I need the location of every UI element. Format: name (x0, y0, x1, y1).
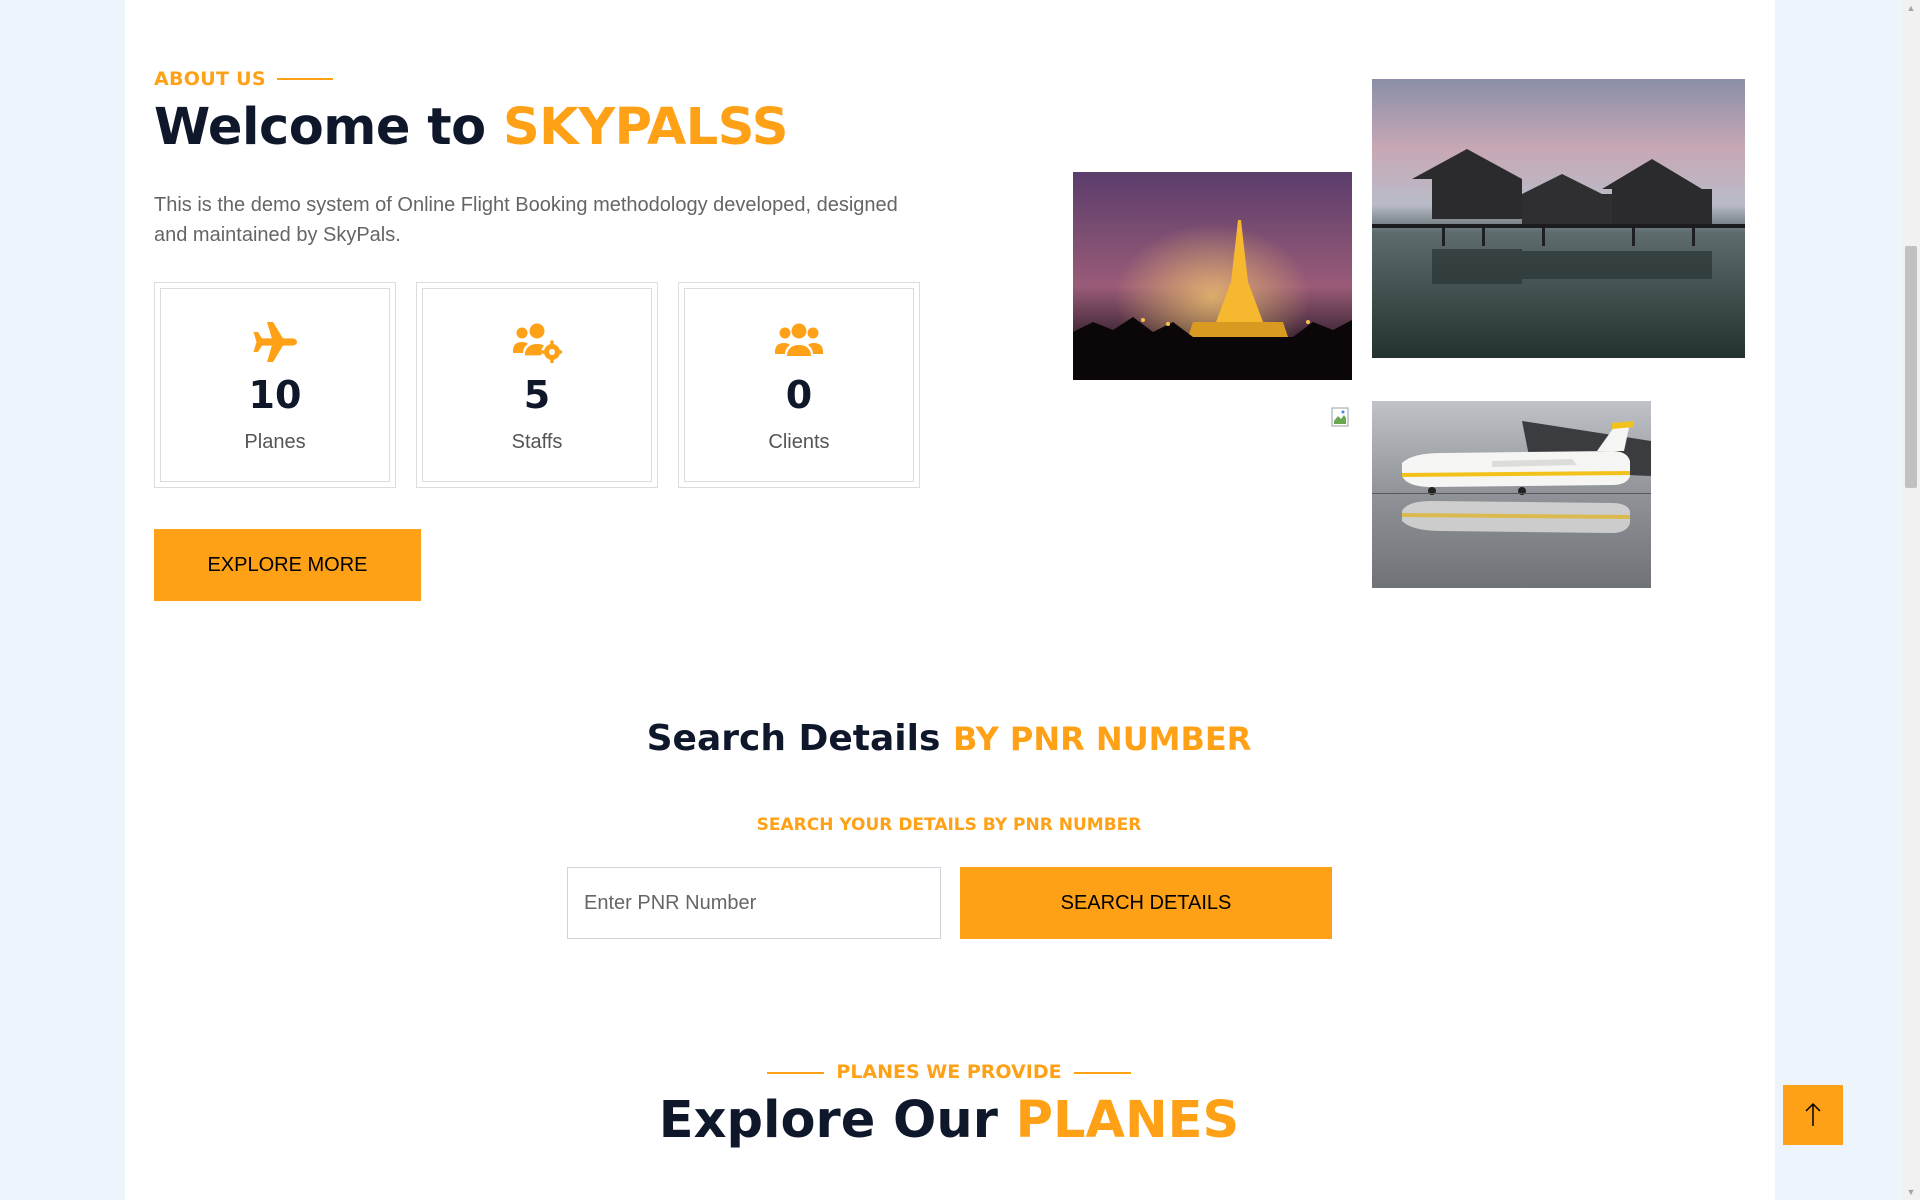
users-cog-icon (423, 321, 651, 364)
stat-card-staffs: 5 Staffs (416, 282, 658, 488)
users-icon (685, 321, 913, 363)
stat-label: Staffs (511, 431, 563, 453)
pagoda-night-photo (1073, 172, 1352, 380)
stat-label: Clients (768, 431, 830, 453)
scroll-up-arrow-icon[interactable]: ▲ (1902, 0, 1920, 16)
about-section-label: ABOUT US (154, 68, 266, 90)
planes-label-text: PLANES WE PROVIDE (836, 1061, 1062, 1083)
broken-image-icon (1331, 407, 1351, 427)
stat-card-planes: 10 Planes (154, 282, 396, 488)
planes-title-prefix: Explore Our (658, 1091, 1016, 1150)
about-title: Welcome to SKYPALSS (154, 98, 788, 157)
stat-value: 0 (785, 373, 813, 417)
search-subtitle: SEARCH YOUR DETAILS BY PNR NUMBER (756, 815, 1142, 835)
explore-more-button[interactable]: EXPLORE MORE (154, 529, 421, 601)
label-line-left (767, 1071, 825, 1074)
search-title-accent: BY PNR NUMBER (952, 720, 1252, 758)
airplane-reflection-photo (1372, 401, 1651, 588)
label-line-right (1073, 1071, 1131, 1074)
pnr-input[interactable] (567, 867, 941, 939)
search-title-prefix: Search Details (646, 718, 953, 759)
stat-card-clients: 0 Clients (678, 282, 920, 488)
scrollbar-thumb[interactable] (1905, 246, 1917, 488)
stat-value: 5 (523, 373, 551, 417)
about-description: This is the demo system of Online Flight… (154, 194, 898, 246)
scroll-down-arrow-icon[interactable]: ▼ (1902, 1184, 1920, 1200)
search-title: Search Details BY PNR NUMBER (0, 718, 1898, 759)
about-label-line (277, 78, 333, 80)
about-title-brand: SKYPALSS (502, 98, 789, 157)
page-scrollbar[interactable]: ▲ ▼ (1902, 0, 1920, 1200)
search-details-button[interactable]: SEARCH DETAILS (960, 867, 1332, 939)
about-title-prefix: Welcome to (154, 98, 503, 157)
arrow-up-icon (1805, 1102, 1821, 1126)
planes-title-accent: PLANES (1015, 1091, 1240, 1150)
stat-value: 10 (248, 373, 302, 417)
plane-icon (161, 321, 389, 363)
back-to-top-button[interactable] (1783, 1085, 1843, 1145)
planes-section-label: PLANES WE PROVIDE (0, 1061, 1898, 1083)
planes-title: Explore Our PLANES (0, 1091, 1898, 1150)
stat-label: Planes (244, 431, 306, 453)
stilt-house-lake-photo (1372, 79, 1745, 358)
